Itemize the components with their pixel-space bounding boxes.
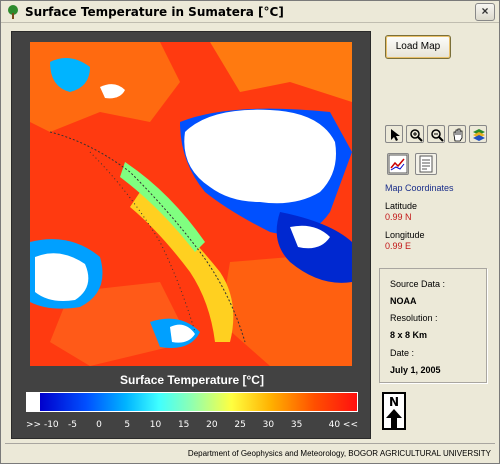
- longitude-value: 0.99 E: [385, 241, 412, 251]
- temperature-map[interactable]: [30, 42, 352, 366]
- zoom-in-button[interactable]: [406, 125, 424, 143]
- zoom-out-icon: [431, 129, 444, 142]
- layers-button[interactable]: [469, 125, 487, 143]
- report-button[interactable]: [415, 153, 437, 175]
- main-window: Surface Temperature in Sumatera [°C] × S…: [0, 0, 500, 464]
- north-arrow: N: [382, 392, 406, 430]
- map-toolbar: [385, 125, 487, 143]
- title-bar[interactable]: Surface Temperature in Sumatera [°C] ×: [1, 1, 499, 23]
- colorbar-title: Surface Temperature [°C]: [120, 373, 264, 387]
- north-arrow-icon: [386, 409, 402, 428]
- chart-button[interactable]: [387, 153, 409, 175]
- close-button[interactable]: ×: [475, 3, 495, 21]
- colorbar-ticks: >> -10 -5 0 5 10 15 20 25 30 35 40 <<: [26, 420, 358, 432]
- source-label: Source Data :: [390, 279, 446, 289]
- colorbar-tick: 35: [290, 420, 303, 430]
- north-label: N: [388, 395, 400, 409]
- window-title: Surface Temperature in Sumatera [°C]: [25, 5, 284, 19]
- document-icon: [419, 155, 433, 173]
- colorbar-tick: 25: [234, 420, 246, 430]
- tree-app-icon: [8, 5, 18, 19]
- colorbar-tick: 10: [149, 420, 162, 430]
- date-label: Date :: [390, 348, 415, 358]
- pointer-tool-icon: [391, 129, 400, 141]
- source-info-box: Source Data : NOAA Resolution : 8 x 8 Km…: [379, 268, 487, 383]
- latitude-value: 0.99 N: [385, 212, 412, 222]
- latitude-label: Latitude: [385, 201, 418, 211]
- colorbar-tick: 0: [96, 420, 102, 430]
- longitude-label: Longitude: [385, 230, 425, 240]
- zoom-out-button[interactable]: [427, 125, 445, 143]
- footer-credit: Department of Geophysics and Meteorology…: [187, 449, 491, 458]
- colorbar-tick: 5: [124, 420, 131, 430]
- line-chart-icon: [388, 154, 408, 174]
- date-value: July 1, 2005: [390, 365, 441, 375]
- pan-button[interactable]: [448, 125, 466, 143]
- colorbar: [26, 392, 358, 412]
- colorbar-tick: 20: [206, 420, 218, 430]
- colorbar-tick: 40 <<: [328, 420, 358, 430]
- colorbar-tick: 30: [262, 420, 275, 430]
- map-coordinates-label: Map Coordinates: [385, 183, 454, 193]
- colorbar-tick: >> -10: [26, 420, 59, 430]
- pan-hand-icon: [453, 128, 463, 142]
- temperature-map-image: [30, 42, 352, 366]
- resolution-label: Resolution :: [390, 313, 438, 323]
- load-map-button[interactable]: Load Map: [385, 35, 451, 59]
- pointer-tool-button[interactable]: [385, 125, 403, 143]
- colorbar-tick: 15: [177, 420, 190, 430]
- source-value: NOAA: [390, 296, 417, 306]
- footer-divider: [5, 443, 495, 444]
- zoom-in-icon: [410, 129, 423, 142]
- map-panel: Surface Temperature [°C] >> -10 -5 0 5 1…: [11, 31, 371, 439]
- resolution-value: 8 x 8 Km: [390, 330, 428, 340]
- layers-icon: [473, 129, 485, 141]
- colorbar-tick: -5: [67, 420, 77, 430]
